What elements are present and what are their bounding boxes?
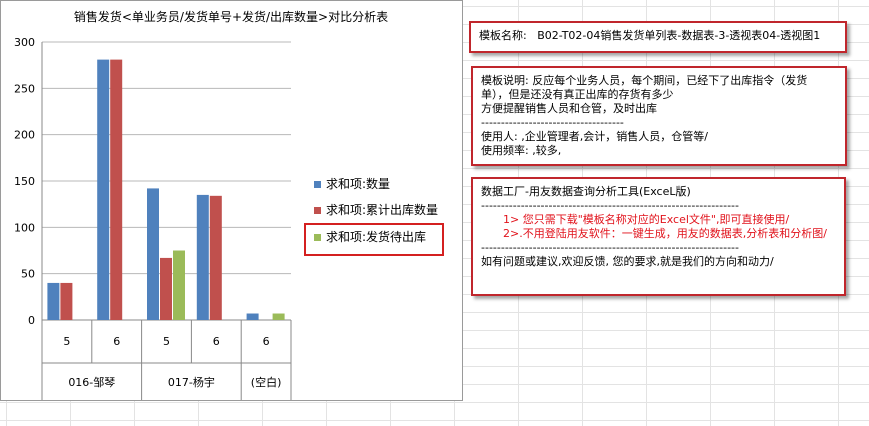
bar-1: [196, 194, 209, 320]
bar-2: [209, 195, 222, 320]
chart-title: 销售发货<单业务员/发货单号+发货/出库数量>对比分析表: [74, 9, 388, 24]
y-tick-label: 250: [14, 82, 35, 95]
x-tick-label: 5: [63, 335, 70, 348]
legend-swatch-1: [314, 181, 321, 188]
legend-label-3: 求和项:发货待出库: [326, 229, 426, 244]
tool-info-box: 数据工厂-用友数据查询分析工具(ExceL版) ----------------…: [471, 177, 846, 296]
legend-swatch-3: [314, 234, 321, 241]
group-label: 017-杨宇: [168, 375, 215, 389]
legend-swatch-2: [314, 207, 321, 214]
bar-3: [173, 250, 185, 320]
desc-line: 单），但是还没有真正出库的存货有多少: [481, 88, 674, 101]
y-tick-label: 150: [14, 175, 35, 188]
y-tick-label: 50: [21, 268, 35, 281]
template-name-box: 模板名称: B02-T02-04销售发货单列表-数据表-3-透视表04-透视图1: [469, 21, 847, 53]
tool-feedback: 如有问题或建议,欢迎反馈, 您的要求,就是我们的方向和动力/: [481, 255, 774, 268]
y-tick-label: 100: [14, 221, 35, 234]
x-tick-label: 5: [163, 335, 170, 348]
y-tick-label: 200: [14, 129, 35, 142]
bar-1: [47, 282, 60, 320]
tool-divider: ----------------------------------------…: [481, 241, 740, 254]
bar-3: [272, 313, 285, 320]
chart-svg: 销售发货<单业务员/发货单号+发货/出库数量>对比分析表 0 50 100 150 200…: [14, 9, 444, 400]
x-tick-label: 6: [113, 335, 120, 348]
bar-1: [97, 59, 110, 321]
template-name-text: 模板名称: B02-T02-04销售发货单列表-数据表-3-透视表04-透视图1: [479, 29, 821, 42]
desc-line: 方便提醒销售人员和仓管，及时出库: [481, 102, 657, 115]
bar-2: [60, 282, 73, 320]
legend-label-2: 求和项:累计出库数量: [326, 202, 438, 217]
bar-1: [147, 188, 159, 320]
y-tick-label: 300: [14, 36, 35, 49]
bar-2: [160, 257, 172, 320]
chart-area[interactable]: 销售发货<单业务员/发货单号+发货/出库数量>对比分析表 0 50 100 150 200…: [0, 0, 463, 401]
bar-2: [110, 59, 123, 321]
desc-divider: ------------------------------------: [481, 116, 624, 129]
x-tick-label: 6: [263, 335, 270, 348]
x-tick-label: 6: [213, 335, 220, 348]
tool-point-1: 1> 您只需下载"模板名称对应的Excel文件",即可直接使用/: [503, 213, 790, 226]
desc-line: 使用频率: ,较多,: [481, 144, 562, 157]
bar-1: [246, 313, 259, 320]
group-label: (空白): [251, 375, 282, 389]
desc-line: 模板说明: 反应每个业务人员，每个期间，已经下了出库指令（发货: [481, 74, 808, 87]
group-label: 016-邹琴: [68, 376, 115, 389]
y-tick-label: 0: [28, 314, 35, 327]
desc-line: 使用人: ,企业管理者,会计，销售人员，仓管等/: [481, 130, 708, 143]
tool-divider: ----------------------------------------…: [481, 199, 740, 212]
tool-point-2: 2>.不用登陆用友软件：一键生成，用友的数据表,分析表和分析图/: [503, 227, 827, 240]
legend-label-1: 求和项:数量: [326, 176, 390, 191]
template-description-box: 模板说明: 反应每个业务人员，每个期间，已经下了出库指令（发货 单），但是还没有…: [471, 66, 847, 166]
tool-title: 数据工厂-用友数据查询分析工具(ExceL版): [481, 185, 691, 198]
